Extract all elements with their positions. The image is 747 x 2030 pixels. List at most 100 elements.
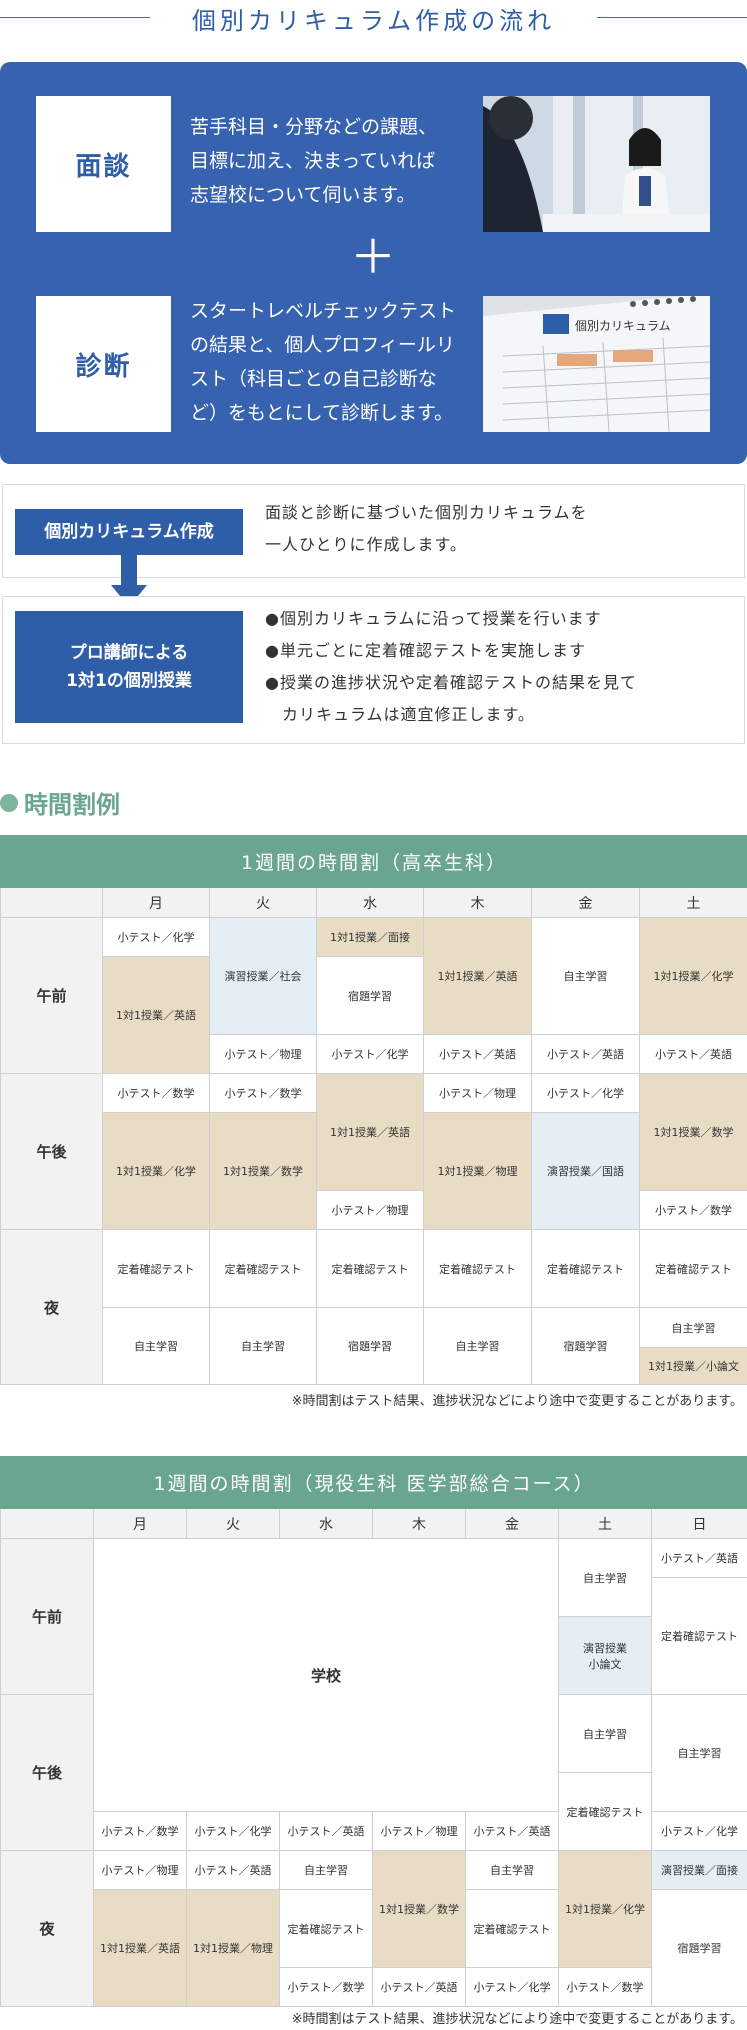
lesson-bullets: ●個別カリキュラムに沿って授業を行います ●単元ごとに定着確認テストを実施します… (265, 603, 637, 731)
schedule-cell: 小テスト／英語 (639, 1034, 747, 1074)
schedule-cell: 小テスト／数学 (639, 1190, 747, 1230)
schedule-cell: 小テスト／数学 (102, 1073, 210, 1113)
diagnosis-text-line: スタートレベルチェックテスト (190, 300, 457, 322)
interview-text: 苦手科目・分野などの課題、 目標に加え、決まっていれば 志望校について伺います。 (190, 110, 437, 212)
schedule-cell: 定着確認テスト (209, 1229, 317, 1308)
schedule-cell: 1対1授業／化学 (102, 1112, 210, 1230)
schedule-cell: 演習授業 小論文 (558, 1616, 652, 1695)
flow-step-lessons: プロ講師による 1対1の個別授業 ●個別カリキュラムに沿って授業を行います ●単… (2, 596, 745, 744)
schedule-cell: 自主学習 (209, 1307, 317, 1385)
schedule-cell: 小テスト／英語 (372, 1967, 466, 2007)
period-header: 午前 (0, 917, 103, 1074)
schedule-cell: 1対1授業／面接 (316, 917, 424, 957)
schedule-cell: 小テスト／数学 (93, 1811, 187, 1851)
table-corner (0, 1508, 94, 1539)
pro-lesson-label: プロ講師による 1対1の個別授業 (15, 611, 243, 723)
schedule-cell: 定着確認テスト (650, 1577, 747, 1695)
interview-photo (483, 96, 710, 232)
schedule-cell: 自主学習 (558, 1538, 652, 1617)
timetable-section-heading: 時間割例 (0, 785, 120, 820)
schedule-cell: 自主学習 (558, 1694, 652, 1773)
schedule-cell: 小テスト／物理 (316, 1190, 424, 1230)
schedule-cell: 自主学習 (465, 1850, 559, 1890)
schedule-cell: 定着確認テスト (558, 1772, 652, 1851)
schedule-cell: 小テスト／物理 (209, 1034, 317, 1074)
schedule-cell: 演習授業／社会 (209, 917, 317, 1035)
schedule-cell: 1対1授業／英語 (93, 1889, 187, 2007)
day-header: 土 (639, 887, 747, 918)
schedule-cell: 宿題学習 (316, 956, 424, 1035)
day-header: 日 (650, 1508, 747, 1539)
plus-icon: ＋ (350, 230, 396, 284)
period-header: 夜 (0, 1850, 94, 2007)
schedule-cell: 1対1授業／化学 (639, 917, 747, 1035)
schedule-cell: 1対1授業／英語 (102, 956, 210, 1074)
interview-text-line: 目標に加え、決まっていれば (190, 150, 436, 172)
interview-label: 面談 (36, 96, 171, 232)
day-header: 水 (279, 1508, 373, 1539)
schedule-cell: 定着確認テスト (279, 1889, 373, 1968)
schedule-cell: 小テスト／英語 (650, 1538, 747, 1578)
schedule-cell: 小テスト／英語 (423, 1034, 532, 1074)
timetable-note: ※時間割はテスト結果、進捗状況などにより途中で変更することがあります。 (291, 2012, 743, 2027)
page-title: 個別カリキュラム作成の流れ (191, 7, 556, 35)
schedule-cell: 自主学習 (650, 1694, 747, 1812)
bullet-circle-icon (0, 793, 18, 812)
period-header: 午後 (0, 1694, 94, 1851)
schedule-cell: 小テスト／数学 (209, 1073, 317, 1113)
period-header: 午後 (0, 1073, 103, 1230)
schedule-cell: 小テスト／化学 (102, 917, 210, 957)
timetable-medical: 1週間の時間割（現役生科 医学部総合コース） 月 火 水 木 金 土 日 午前 … (0, 1456, 747, 2007)
pro-lesson-line: プロ講師による (69, 643, 189, 663)
flow-step-curriculum: 個別カリキュラム作成 面談と診断に基づいた個別カリキュラムを 一人ひとりに作成し… (2, 484, 745, 578)
curriculum-creation-text: 個別カリキュラム作成 (44, 522, 214, 542)
schedule-cell: 小テスト／物理 (423, 1073, 532, 1113)
schedule-cell: 小テスト／化学 (316, 1034, 424, 1074)
schedule-cell: 自主学習 (102, 1307, 210, 1385)
schedule-cell: 小テスト／英語 (465, 1811, 559, 1851)
day-header: 木 (372, 1508, 466, 1539)
schedule-cell: 1対1授業／英語 (423, 917, 532, 1035)
schedule-cell: 演習授業／面接 (650, 1850, 747, 1890)
schedule-cell: 小テスト／英語 (279, 1811, 373, 1851)
schedule-cell: 小テスト／英語 (531, 1034, 640, 1074)
schedule-cell: 定着確認テスト (316, 1229, 424, 1308)
day-header: 木 (423, 887, 532, 918)
schedule-cell: 1対1授業／英語 (316, 1073, 424, 1191)
schedule-cell: 小テスト／化学 (531, 1073, 640, 1113)
timetable-note: ※時間割はテスト結果、進捗状況などにより途中で変更することがあります。 (291, 1394, 743, 1409)
diagnosis-text-line: の結果と、個人プロフィールリ (190, 334, 455, 356)
consultation-panel: 面談 苦手科目・分野などの課題、 目標に加え、決まっていれば 志望校について伺い… (0, 62, 747, 464)
schedule-cell: 自主学習 (531, 917, 640, 1035)
curriculum-desc-line: 面談と診断に基づいた個別カリキュラムを (265, 503, 588, 522)
diagnosis-text-line: スト（科目ごとの自己診断な (190, 368, 437, 390)
day-header: 金 (465, 1508, 559, 1539)
interview-text-line: 志望校について伺います。 (190, 184, 416, 206)
lesson-bullet: ●個別カリキュラムに沿って授業を行います (265, 609, 602, 628)
day-header: 火 (209, 887, 317, 918)
interview-text-line: 苦手科目・分野などの課題、 (190, 116, 438, 138)
day-header: 水 (316, 887, 424, 918)
timetable-caption: 1週間の時間割（高卒生科） (0, 835, 747, 888)
curriculum-creation-desc: 面談と診断に基づいた個別カリキュラムを 一人ひとりに作成します。 (265, 497, 588, 561)
day-header: 月 (93, 1508, 187, 1539)
school-block: 学校 (93, 1538, 559, 1812)
schedule-cell: 1対1授業／物理 (186, 1889, 280, 2007)
schedule-cell: 自主学習 (423, 1307, 532, 1385)
schedule-cell: 1対1授業／小論文 (639, 1347, 747, 1385)
schedule-cell: 宿題学習 (316, 1307, 424, 1385)
schedule-cell: 小テスト／英語 (186, 1850, 280, 1890)
curriculum-desc-line: 一人ひとりに作成します。 (265, 535, 467, 554)
schedule-cell: 小テスト／化学 (186, 1811, 280, 1851)
schedule-cell: 自主学習 (639, 1307, 747, 1348)
schedule-cell: 1対1授業／数学 (372, 1850, 466, 1968)
day-header: 火 (186, 1508, 280, 1539)
timetable-graduate: 1週間の時間割（高卒生科） 月 火 水 木 金 土 午前 小テスト／化学 演習授… (0, 835, 747, 1385)
flow-arrow-stem (121, 555, 137, 587)
table-corner (0, 887, 103, 918)
curriculum-document-photo: 個別カリキュラム (483, 296, 710, 432)
lesson-bullet: ●単元ごとに定着確認テストを実施します (265, 641, 586, 660)
curriculum-creation-label: 個別カリキュラム作成 (15, 509, 243, 555)
schedule-cell: 小テスト／化学 (465, 1967, 559, 2007)
period-header: 夜 (0, 1229, 103, 1385)
